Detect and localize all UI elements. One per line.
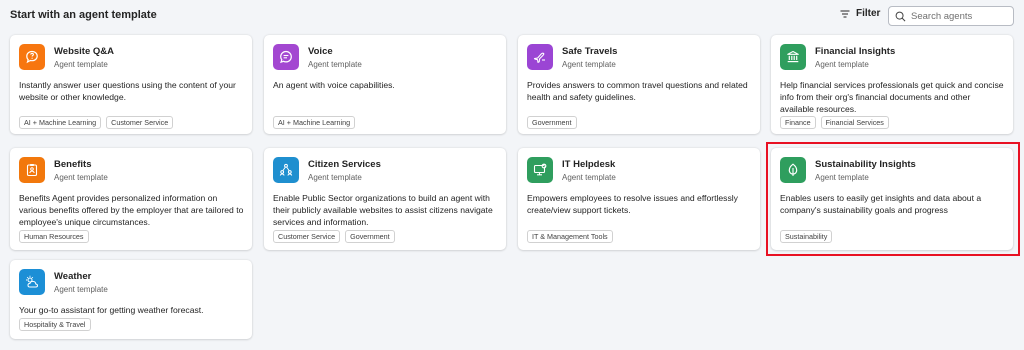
card-subtitle: Agent template: [308, 173, 362, 182]
filter-button[interactable]: Filter: [840, 8, 880, 19]
card-subtitle: Agent template: [54, 285, 108, 294]
card-title: Sustainability Insights: [815, 159, 916, 170]
card-description: Enables users to easily get insights and…: [780, 193, 982, 215]
filter-label: Filter: [856, 8, 881, 19]
card-description: Benefits Agent provides personalized inf…: [19, 193, 244, 227]
card-description: Provides answers to common travel questi…: [527, 80, 748, 102]
card-title: Financial Insights: [815, 46, 896, 57]
bank-icon: [780, 44, 806, 70]
card-description: Help financial services professionals ge…: [780, 80, 1004, 114]
tag: Sustainability: [780, 230, 833, 243]
tag: Customer Service: [106, 116, 174, 129]
card-title: Website Q&A: [54, 46, 115, 57]
card-subtitle: Agent template: [54, 173, 108, 182]
tag: Finance: [780, 116, 816, 129]
card-description: Enable Public Sector organizations to bu…: [273, 193, 493, 227]
agent-card-weather[interactable]: Weather Agent template Your go-to assist…: [10, 260, 252, 339]
search-icon: [895, 11, 906, 21]
card-subtitle: Agent template: [308, 60, 362, 69]
card-title: Safe Travels: [562, 46, 618, 57]
tag: Government: [345, 230, 395, 243]
card-title: Citizen Services: [308, 159, 381, 170]
tag: Hospitality & Travel: [19, 318, 91, 331]
desktop-check-icon: [527, 157, 553, 183]
card-subtitle: Agent template: [54, 60, 108, 69]
agent-card-voice[interactable]: Voice Agent template An agent with voice…: [264, 35, 506, 134]
card-description: Instantly answer user questions using th…: [19, 80, 236, 102]
agent-card-financial-insights[interactable]: Financial Insights Agent template Help f…: [771, 35, 1013, 134]
card-title: Weather: [54, 271, 92, 282]
filter-icon: [840, 10, 850, 17]
agent-card-safe-travels[interactable]: Safe Travels Agent template Provides ans…: [518, 35, 760, 134]
leaf-icon: [780, 157, 806, 183]
airplane-icon: [527, 44, 553, 70]
tag: Human Resources: [19, 230, 89, 243]
search-input[interactable]: [911, 10, 1011, 22]
people-network-icon: [273, 157, 299, 183]
agent-card-citizen-services[interactable]: Citizen Services Agent template Enable P…: [264, 148, 506, 250]
sun-cloud-icon: [19, 269, 45, 295]
tag: Government: [527, 116, 577, 129]
agent-card-it-helpdesk[interactable]: IT Helpdesk Agent template Empowers empl…: [518, 148, 760, 250]
agent-card-website-qa[interactable]: Website Q&A Agent template Instantly ans…: [10, 35, 252, 134]
card-description: An agent with voice capabilities.: [273, 80, 395, 90]
tag: Financial Services: [820, 116, 889, 129]
agent-card-benefits[interactable]: Benefits Agent template Benefits Agent p…: [10, 148, 252, 250]
card-title: IT Helpdesk: [562, 159, 616, 170]
card-subtitle: Agent template: [562, 173, 616, 182]
card-description: Empowers employees to resolve issues and…: [527, 193, 738, 215]
search-box[interactable]: [888, 6, 1014, 26]
chat-question-icon: [19, 44, 45, 70]
card-title: Benefits: [54, 159, 92, 170]
page-title: Start with an agent template: [10, 9, 157, 21]
tag: Customer Service: [273, 230, 341, 243]
tag: IT & Management Tools: [527, 230, 613, 243]
voice-chat-icon: [273, 44, 299, 70]
tag: AI + Machine Learning: [273, 116, 356, 129]
card-title: Voice: [308, 46, 333, 57]
card-subtitle: Agent template: [815, 60, 869, 69]
card-description: Your go-to assistant for getting weather…: [19, 305, 204, 315]
card-subtitle: Agent template: [815, 173, 869, 182]
tag: AI + Machine Learning: [19, 116, 102, 129]
agent-card-sustainability-insights[interactable]: Sustainability Insights Agent template E…: [771, 148, 1013, 250]
clipboard-person-icon: [19, 157, 45, 183]
card-subtitle: Agent template: [562, 60, 616, 69]
